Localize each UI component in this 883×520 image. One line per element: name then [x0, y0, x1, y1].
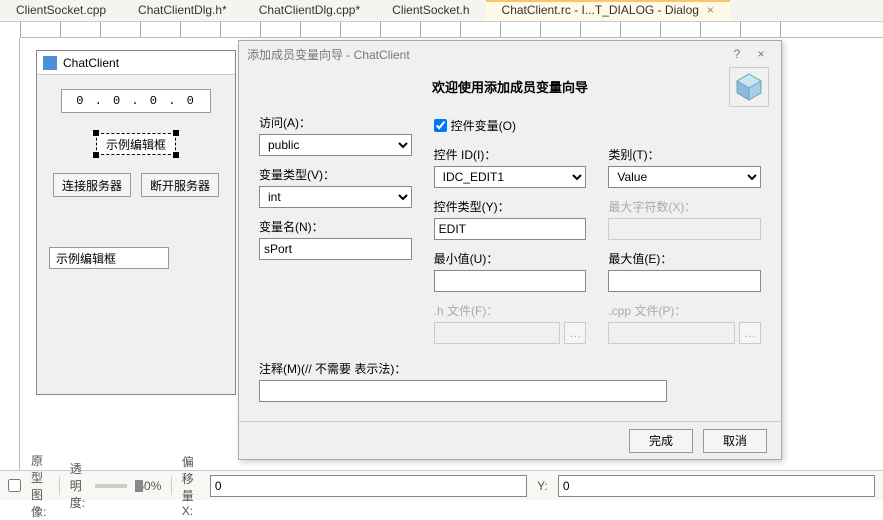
- cancel-button[interactable]: 取消: [703, 429, 767, 453]
- wizard-logo-icon: [729, 67, 769, 107]
- close-icon[interactable]: ×: [707, 3, 714, 17]
- access-select[interactable]: public: [259, 134, 412, 156]
- prototype-image-checkbox[interactable]: [8, 479, 21, 492]
- max-input[interactable]: [608, 270, 761, 292]
- max-label: 最大值(E)：: [608, 250, 761, 267]
- finish-button[interactable]: 完成: [629, 429, 693, 453]
- category-select[interactable]: Value: [608, 166, 761, 188]
- hfile-browse-button: …: [564, 322, 586, 344]
- wizard-heading: 欢迎使用添加成员变量向导: [259, 77, 761, 96]
- prototype-image-label: 原型图像:: [31, 452, 49, 520]
- selected-edit-control[interactable]: 示例编辑框: [96, 133, 176, 155]
- edit-control-2[interactable]: 示例编辑框: [49, 247, 169, 269]
- help-icon[interactable]: ?: [725, 47, 749, 61]
- offset-x-input[interactable]: [210, 475, 527, 497]
- app-icon: [43, 56, 57, 70]
- tab-clientsocket-cpp[interactable]: ClientSocket.cpp: [0, 0, 122, 21]
- cppfile-browse-button: …: [739, 322, 761, 344]
- preview-titlebar: ChatClient: [37, 51, 235, 75]
- offset-y-input[interactable]: [558, 475, 875, 497]
- cppfile-label: .cpp 文件(P)：: [608, 302, 761, 319]
- tab-clientsocket-h[interactable]: ClientSocket.h: [376, 0, 485, 21]
- tab-chatclientdlg-cpp[interactable]: ChatClientDlg.cpp*: [243, 0, 376, 21]
- access-label: 访问(A)：: [259, 114, 412, 131]
- connect-button[interactable]: 连接服务器: [53, 173, 131, 197]
- tab-bar: ClientSocket.cpp ChatClientDlg.h* ChatCl…: [0, 0, 883, 22]
- cppfile-input: [608, 322, 735, 344]
- control-type-input[interactable]: [434, 218, 587, 240]
- resize-handle[interactable]: [93, 152, 99, 158]
- vartype-label: 变量类型(V)：: [259, 166, 412, 183]
- resize-handle[interactable]: [173, 152, 179, 158]
- dialog-preview[interactable]: ChatClient 0 . 0 . 0 . 0 示例编辑框 连接服务器 断开服…: [36, 50, 236, 395]
- maxchars-label: 最大字符数(X)：: [608, 198, 761, 215]
- wizard-titlebar[interactable]: 添加成员变量向导 - ChatClient ? ×: [239, 41, 781, 67]
- resize-handle[interactable]: [93, 130, 99, 136]
- varname-input[interactable]: [259, 238, 412, 260]
- close-icon[interactable]: ×: [749, 47, 773, 61]
- opacity-slider[interactable]: [95, 484, 127, 488]
- vartype-select[interactable]: int: [259, 186, 412, 208]
- offset-x-label: 偏移量 X:: [182, 453, 200, 518]
- control-id-label: 控件 ID(I)：: [434, 146, 587, 163]
- comment-input[interactable]: [259, 380, 667, 402]
- offset-y-label: Y:: [537, 479, 548, 493]
- ruler-vertical: [0, 38, 20, 470]
- control-type-label: 控件类型(Y)：: [434, 198, 587, 215]
- hfile-input: [434, 322, 561, 344]
- wizard-footer: 完成 取消: [239, 421, 781, 459]
- category-label: 类别(T)：: [608, 146, 761, 163]
- min-input[interactable]: [434, 270, 587, 292]
- control-var-label[interactable]: 控件变量(O): [451, 117, 516, 134]
- resize-handle[interactable]: [173, 130, 179, 136]
- min-label: 最小值(U)：: [434, 250, 587, 267]
- opacity-label: 透明度:: [70, 460, 85, 511]
- tab-chatclient-rc[interactable]: ChatClient.rc - I...T_DIALOG - Dialog×: [486, 0, 730, 21]
- wizard-title-text: 添加成员变量向导 - ChatClient: [247, 46, 410, 63]
- comment-label: 注释(M)(// 不需要 表示法)：: [259, 360, 761, 377]
- ruler-horizontal: [20, 22, 883, 38]
- status-bar: 原型图像: 透明度: 50% 偏移量 X: Y:: [0, 470, 883, 500]
- maxchars-input: [608, 218, 761, 240]
- control-var-checkbox[interactable]: [434, 119, 447, 132]
- preview-title-text: ChatClient: [63, 56, 119, 70]
- varname-label: 变量名(N)：: [259, 218, 412, 235]
- ip-address-control[interactable]: 0 . 0 . 0 . 0: [61, 89, 211, 113]
- tab-chatclientdlg-h[interactable]: ChatClientDlg.h*: [122, 0, 243, 21]
- member-variable-wizard: 添加成员变量向导 - ChatClient ? × 欢迎使用添加成员变量向导 访…: [238, 40, 782, 460]
- control-id-select[interactable]: IDC_EDIT1: [434, 166, 587, 188]
- disconnect-button[interactable]: 断开服务器: [141, 173, 219, 197]
- hfile-label: .h 文件(F)：: [434, 302, 587, 319]
